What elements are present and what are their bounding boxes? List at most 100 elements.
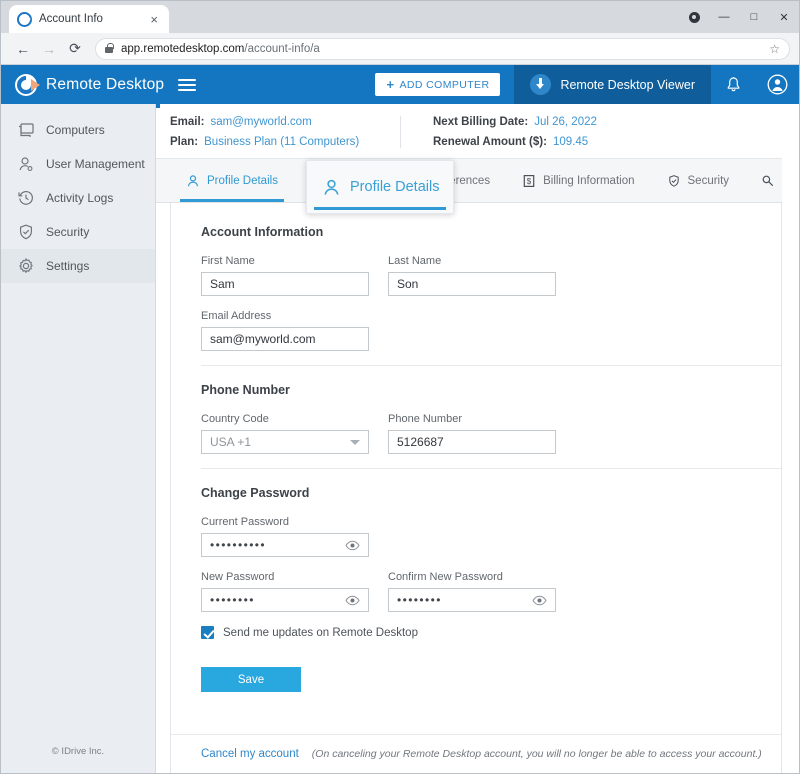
cancel-my-account-link[interactable]: Cancel my account [201, 748, 299, 760]
phone-number-label: Phone Number [388, 413, 462, 425]
close-window-button[interactable]: ✕ [769, 1, 799, 33]
confirm-password-input[interactable]: •••••••• [388, 588, 556, 612]
new-password-input[interactable]: •••••••• [201, 588, 369, 612]
tab-single-sign-on[interactable]: Single Sign-On [745, 159, 782, 202]
email-label: Email: [170, 116, 205, 128]
current-password-input[interactable]: •••••••••• [201, 533, 369, 557]
tab-label: Profile Details [207, 174, 278, 187]
sidebar-item-computers[interactable]: Computers [1, 113, 155, 147]
tab-security[interactable]: Security [651, 159, 746, 202]
person-icon [186, 174, 200, 188]
key-icon [761, 174, 775, 188]
confirm-password-label: Confirm New Password [388, 571, 503, 583]
browser-tabstrip: Account Info × — □ ✕ [1, 1, 799, 33]
sidebar-item-label: User Management [46, 157, 145, 171]
email-address-input[interactable]: sam@myworld.com [201, 327, 369, 351]
updates-checkbox-row: Send me updates on Remote Desktop [201, 626, 781, 639]
sidebar-item-user-management[interactable]: User Management [1, 147, 155, 181]
first-name-input[interactable]: Sam [201, 272, 369, 296]
download-icon [530, 74, 552, 95]
close-icon[interactable]: × [147, 13, 161, 26]
app-root: Remote Desktop + ADD COMPUTER Remote Des… [1, 65, 799, 773]
plan-label: Plan: [170, 136, 199, 148]
last-name-input[interactable]: Son [388, 272, 556, 296]
bookmark-star-icon[interactable]: ☆ [769, 42, 780, 56]
minimize-button[interactable]: — [709, 1, 739, 33]
tab-billing-information[interactable]: $ Billing Information [506, 159, 650, 202]
save-button[interactable]: Save [201, 667, 301, 692]
bell-icon[interactable] [711, 65, 755, 104]
phone-number-field: Phone Number 5126687 [388, 413, 556, 454]
browser-tab[interactable]: Account Info × [9, 5, 169, 33]
hamburger-icon[interactable] [178, 78, 197, 91]
email-value[interactable]: sam@myworld.com [211, 116, 312, 128]
remote-desktop-viewer-button[interactable]: Remote Desktop Viewer [514, 65, 711, 104]
svg-text:$: $ [527, 177, 532, 186]
profile-details-panel: Account Information First Name Sam Last … [170, 203, 782, 773]
brand: Remote Desktop [1, 71, 164, 98]
email-address-field: Email Address sam@myworld.com [201, 310, 369, 351]
billing-date-row: Next Billing Date: Jul 26, 2022 [433, 116, 597, 128]
email-address-label: Email Address [201, 310, 272, 322]
clock-history-icon [17, 189, 35, 207]
current-password-row: Current Password •••••••••• [201, 516, 781, 557]
sidebar-item-security[interactable]: Security [1, 215, 155, 249]
country-code-select[interactable]: USA +1 [201, 430, 369, 454]
add-computer-button[interactable]: + ADD COMPUTER [375, 73, 501, 96]
url-path: /account-info/a [244, 42, 320, 55]
sidebar-item-label: Security [46, 225, 90, 239]
change-password-title: Change Password [201, 486, 310, 500]
user-icon [17, 155, 35, 173]
shield-check-icon [17, 223, 35, 241]
chevron-down-icon [350, 439, 360, 445]
account-avatar-icon[interactable] [755, 65, 799, 104]
back-icon[interactable]: ← [10, 36, 36, 62]
email-field-row: Email Address sam@myworld.com [201, 310, 781, 351]
url-input[interactable]: app.remotedesktop.com/account-info/a ☆ [95, 37, 790, 60]
divider [201, 365, 781, 366]
shield-check-icon [667, 174, 681, 188]
last-name-value: Son [397, 277, 419, 291]
add-computer-label: ADD COMPUTER [399, 78, 490, 91]
first-name-value: Sam [210, 277, 235, 291]
account-summary-right: Next Billing Date: Jul 26, 2022 Renewal … [400, 116, 597, 148]
forward-icon[interactable]: → [36, 36, 62, 62]
account-email-row: Email: sam@myworld.com [170, 116, 400, 128]
app-body: Computers User Management Activity Logs [1, 104, 799, 773]
plan-value[interactable]: Business Plan (11 Computers) [204, 136, 359, 148]
settings-tabbar: Profile Details Upgrade Preferences [156, 159, 782, 203]
maximize-button[interactable]: □ [739, 1, 769, 33]
profile-details-card-label: Profile Details [350, 179, 440, 195]
person-icon [322, 178, 341, 197]
tab-label: Billing Information [543, 174, 635, 187]
country-code-value: USA +1 [210, 435, 252, 449]
active-tab-underline [314, 207, 446, 210]
profile-details-tooltip-card[interactable]: Profile Details [306, 160, 454, 214]
chrome-menu-icon[interactable] [679, 1, 709, 33]
sidebar-item-label: Computers [46, 123, 105, 137]
show-password-icon[interactable] [345, 595, 360, 606]
plus-icon: + [386, 77, 395, 92]
confirm-password-value: •••••••• [397, 593, 442, 607]
tab-profile-details[interactable]: Profile Details [170, 159, 294, 202]
new-password-field: New Password •••••••• [201, 571, 369, 612]
first-name-label: First Name [201, 255, 255, 267]
sidebar-item-settings[interactable]: Settings [1, 249, 155, 283]
phone-number-input[interactable]: 5126687 [388, 430, 556, 454]
content-area: Email: sam@myworld.com Plan: Business Pl… [156, 104, 799, 773]
country-code-field: Country Code USA +1 [201, 413, 369, 454]
show-password-icon[interactable] [532, 595, 547, 606]
browser-omnibar: ← → ⟳ app.remotedesktop.com/account-info… [1, 33, 799, 65]
updates-checkbox-label: Send me updates on Remote Desktop [223, 626, 418, 639]
new-password-label: New Password [201, 571, 275, 583]
panel-footer: Cancel my account (On canceling your Rem… [171, 734, 781, 773]
reload-icon[interactable]: ⟳ [62, 36, 88, 62]
browser-tab-title: Account Info [39, 13, 103, 25]
sidebar-item-activity-logs[interactable]: Activity Logs [1, 181, 155, 215]
show-password-icon[interactable] [345, 540, 360, 551]
account-summary-left: Email: sam@myworld.com Plan: Business Pl… [170, 116, 400, 148]
updates-checkbox[interactable] [201, 626, 214, 639]
url-text: app.remotedesktop.com/account-info/a [121, 43, 320, 55]
account-information-title: Account Information [201, 225, 324, 239]
account-summary-bar: Email: sam@myworld.com Plan: Business Pl… [156, 104, 782, 159]
